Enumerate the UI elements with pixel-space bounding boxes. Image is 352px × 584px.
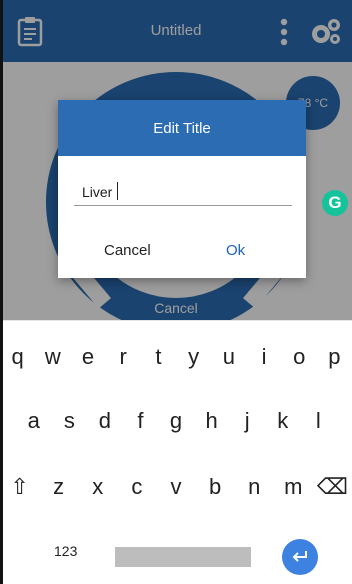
numbers-key[interactable]: 123 [54, 543, 77, 559]
cancel-button[interactable]: Cancel [96, 238, 159, 263]
key-b[interactable]: b [196, 467, 235, 507]
shift-key-icon[interactable]: ⇧ [0, 467, 39, 507]
key-l[interactable]: l [301, 401, 337, 441]
dialog-title: Edit Title [58, 100, 306, 156]
backspace-key-icon[interactable]: ⌫ [313, 467, 352, 507]
key-y[interactable]: y [176, 337, 211, 377]
enter-icon [292, 551, 307, 562]
key-p[interactable]: p [317, 337, 352, 377]
screen: Untitled Cancel 78 °C Edit Title Liver C… [0, 0, 352, 584]
key-f[interactable]: f [123, 401, 159, 441]
key-t[interactable]: t [141, 337, 176, 377]
key-j[interactable]: j [229, 401, 265, 441]
key-e[interactable]: e [70, 337, 105, 377]
key-h[interactable]: h [194, 401, 230, 441]
key-z[interactable]: z [39, 467, 78, 507]
grammarly-icon[interactable]: G [322, 190, 348, 216]
key-q[interactable]: q [0, 337, 35, 377]
ok-button[interactable]: Ok [218, 238, 253, 263]
key-a[interactable]: a [16, 401, 52, 441]
enter-key[interactable] [282, 539, 318, 575]
key-m[interactable]: m [274, 467, 313, 507]
key-u[interactable]: u [211, 337, 246, 377]
key-n[interactable]: n [235, 467, 274, 507]
text-caret [117, 182, 118, 200]
space-bar[interactable] [115, 547, 251, 567]
soft-keyboard: q w e r t y u i o p a s d f g h j k l ⇧ … [0, 320, 352, 584]
key-i[interactable]: i [246, 337, 281, 377]
key-k[interactable]: k [265, 401, 301, 441]
key-d[interactable]: d [87, 401, 123, 441]
key-w[interactable]: w [35, 337, 70, 377]
key-c[interactable]: c [117, 467, 156, 507]
key-o[interactable]: o [282, 337, 317, 377]
edit-title-dialog: Edit Title Cancel Ok [58, 100, 306, 278]
screen-edge [0, 0, 3, 584]
key-s[interactable]: s [52, 401, 88, 441]
keyboard-row-1: q w e r t y u i o p [0, 337, 352, 377]
keyboard-row-2: a s d f g h j k l [0, 401, 352, 441]
key-v[interactable]: v [156, 467, 195, 507]
key-x[interactable]: x [78, 467, 117, 507]
keyboard-row-3: ⇧ z x c v b n m ⌫ [0, 467, 352, 507]
key-g[interactable]: g [158, 401, 194, 441]
title-input[interactable] [74, 178, 292, 206]
key-r[interactable]: r [106, 337, 141, 377]
